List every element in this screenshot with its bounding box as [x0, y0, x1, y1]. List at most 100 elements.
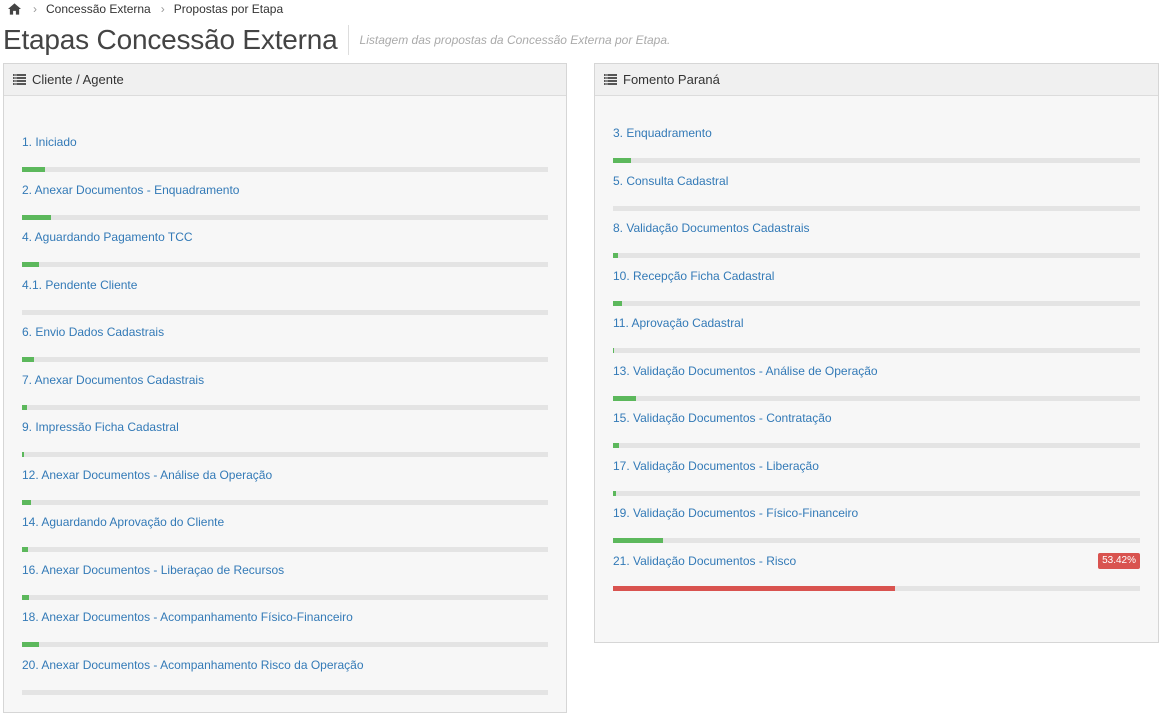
- step-item: 3. Enquadramento: [613, 125, 1140, 173]
- page-subtitle: Listagem das propostas da Concessão Exte…: [359, 33, 671, 47]
- breadcrumb-item-concessao-externa[interactable]: Concessão Externa: [46, 2, 151, 16]
- progress-track: [22, 262, 548, 267]
- progress-bar: [613, 348, 615, 353]
- progress-bar: [22, 452, 25, 457]
- step-link[interactable]: 18. Anexar Documentos - Acompanhamento F…: [22, 609, 548, 626]
- progress-bar: [22, 167, 46, 172]
- step-link[interactable]: 3. Enquadramento: [613, 125, 1140, 142]
- step-link[interactable]: 19. Validação Documentos - Físico-Financ…: [613, 505, 1140, 522]
- step-link[interactable]: 4.1. Pendente Cliente: [22, 277, 548, 294]
- progress-track: [613, 443, 1140, 448]
- step-item: 6. Envio Dados Cadastrais: [22, 324, 548, 372]
- progress-track: [22, 167, 548, 172]
- progress-bar: [613, 158, 631, 163]
- step-link[interactable]: 13. Validação Documentos - Análise de Op…: [613, 363, 1140, 380]
- panel-heading: Cliente / Agente: [4, 64, 566, 96]
- progress-bar: [613, 538, 664, 543]
- progress-bar: [22, 262, 40, 267]
- step-item: 20. Anexar Documentos - Acompanhamento R…: [22, 657, 548, 705]
- page-title: Etapas Concessão Externa: [3, 24, 338, 55]
- step-item: 2. Anexar Documentos - Enquadramento: [22, 182, 548, 230]
- progress-bar: [22, 642, 39, 647]
- step-item: 21. Validação Documentos - Risco 53.42%: [613, 552, 1140, 601]
- progress-track: [613, 395, 1140, 401]
- step-link[interactable]: 21. Validação Documentos - Risco: [613, 553, 1140, 570]
- step-item: 16. Anexar Documentos - Liberaçao de Rec…: [22, 562, 548, 610]
- progress-bar: [613, 490, 616, 496]
- progress-track: [613, 490, 1140, 496]
- step-link[interactable]: 16. Anexar Documentos - Liberaçao de Rec…: [22, 562, 548, 579]
- step-link[interactable]: 5. Consulta Cadastral: [613, 173, 1140, 190]
- progress-track: [22, 452, 548, 457]
- step-link[interactable]: 9. Impressão Ficha Cadastral: [22, 419, 548, 436]
- progress-track: [613, 585, 1140, 591]
- panel-title: Fomento Paraná: [623, 72, 720, 87]
- progress-track: [613, 205, 1140, 211]
- step-link[interactable]: 6. Envio Dados Cadastrais: [22, 324, 548, 341]
- step-item: 4. Aguardando Pagamento TCC: [22, 229, 548, 277]
- page-header: Etapas Concessão Externa Listagem das pr…: [3, 20, 670, 60]
- step-item: 19. Validação Documentos - Físico-Financ…: [613, 505, 1140, 553]
- step-list: 1. Iniciado 2. Anexar Documentos - Enquad…: [4, 96, 566, 704]
- title-divider: [347, 25, 349, 55]
- progress-bar: [613, 300, 622, 306]
- step-link[interactable]: 11. Aprovação Cadastral: [613, 315, 1140, 332]
- progress-track: [22, 642, 548, 647]
- breadcrumb: › Concessão Externa › Propostas por Etap…: [8, 1, 293, 17]
- step-item: 1. Iniciado: [22, 134, 548, 182]
- step-link[interactable]: 15. Validação Documentos - Contratação: [613, 410, 1140, 427]
- progress-bar: [613, 585, 895, 591]
- progress-bar: [22, 547, 28, 552]
- panel-fomento-parana: Fomento Paraná 3. Enquadramento 5. Consul…: [594, 63, 1159, 643]
- step-link[interactable]: 14. Aguardando Aprovação do Cliente: [22, 514, 548, 531]
- progress-track: [22, 404, 548, 410]
- step-link[interactable]: 4. Aguardando Pagamento TCC: [22, 229, 548, 246]
- progress-track: [22, 594, 548, 600]
- step-item: 17. Validação Documentos - Liberação: [613, 458, 1140, 506]
- panel-title: Cliente / Agente: [32, 72, 124, 87]
- progress-bar: [613, 395, 637, 401]
- progress-track: [22, 357, 548, 362]
- step-link[interactable]: 20. Anexar Documentos - Acompanhamento R…: [22, 657, 548, 674]
- progress-track: [613, 158, 1140, 163]
- progress-track: [613, 538, 1140, 543]
- progress-track: [22, 689, 548, 695]
- step-list: 3. Enquadramento 5. Consulta Cadastral 8. …: [595, 96, 1158, 600]
- progress-track: [22, 547, 548, 552]
- step-item: 18. Anexar Documentos - Acompanhamento F…: [22, 609, 548, 657]
- step-item: 7. Anexar Documentos Cadastrais: [22, 372, 548, 420]
- step-link[interactable]: 8. Validação Documentos Cadastrais: [613, 220, 1140, 237]
- step-item: 13. Validação Documentos - Análise de Op…: [613, 363, 1140, 411]
- progress-bar: [22, 214, 51, 220]
- step-item: 15. Validação Documentos - Contratação: [613, 410, 1140, 458]
- list-icon: [604, 74, 617, 85]
- progress-track: [613, 253, 1140, 258]
- step-link[interactable]: 1. Iniciado: [22, 134, 548, 151]
- step-link[interactable]: 10. Recepção Ficha Cadastral: [613, 268, 1140, 285]
- step-item: 10. Recepção Ficha Cadastral: [613, 268, 1140, 316]
- step-link[interactable]: 7. Anexar Documentos Cadastrais: [22, 372, 548, 389]
- progress-bar: [613, 253, 618, 258]
- step-link[interactable]: 17. Validação Documentos - Liberação: [613, 458, 1140, 475]
- progress-track: [613, 300, 1140, 306]
- breadcrumb-item-propostas-por-etapa: Propostas por Etapa: [173, 2, 284, 16]
- step-link[interactable]: 2. Anexar Documentos - Enquadramento: [22, 182, 548, 199]
- step-item: 4.1. Pendente Cliente: [22, 277, 548, 325]
- home-icon[interactable]: [8, 3, 21, 15]
- progress-bar: [22, 594, 29, 600]
- step-item: 12. Anexar Documentos - Análise da Opera…: [22, 467, 548, 515]
- chevron-right-icon: ›: [160, 2, 165, 16]
- step-item: 14. Aguardando Aprovação do Cliente: [22, 514, 548, 562]
- chevron-right-icon: ›: [33, 2, 37, 16]
- progress-track: [22, 214, 548, 220]
- list-icon: [13, 74, 26, 85]
- panel-heading: Fomento Paraná: [595, 64, 1158, 96]
- step-item: 9. Impressão Ficha Cadastral: [22, 419, 548, 467]
- progress-bar: [613, 443, 619, 448]
- progress-track: [613, 348, 1140, 353]
- panel-cliente-agente: Cliente / Agente 1. Iniciado 2. Anexar Do…: [3, 63, 567, 713]
- step-link[interactable]: 12. Anexar Documentos - Análise da Opera…: [22, 467, 548, 484]
- progress-track: [22, 309, 548, 315]
- progress-bar: [22, 357, 35, 362]
- progress-bar: [22, 404, 27, 410]
